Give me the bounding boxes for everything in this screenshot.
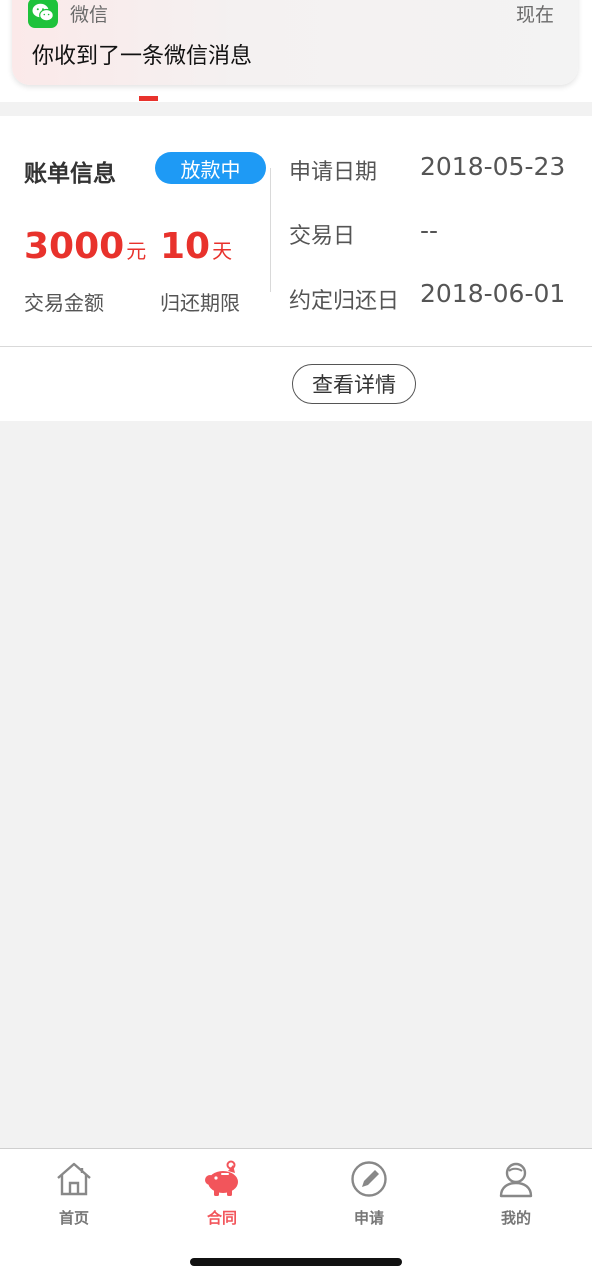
notification-message: 你收到了一条微信消息 [32,44,253,69]
section-gap [0,102,592,116]
apply-date-value: 2018-05-23 [420,152,566,181]
repayment-term: 10 天 [160,226,232,267]
tab-mine[interactable]: 我的 [466,1159,566,1228]
tab-contract[interactable]: 合同 [172,1159,272,1228]
tab-apply[interactable]: 申请 [319,1159,419,1228]
user-icon [499,1162,533,1198]
home-icon [57,1162,91,1196]
apply-date-label: 申请日期 [289,160,378,185]
notification-banner[interactable]: 微信 现在 你收到了一条微信消息 [12,0,578,85]
term-unit: 天 [212,239,233,263]
pencil-circle-icon [351,1161,387,1197]
trade-date-label: 交易日 [289,224,356,249]
trade-date-value: -- [420,216,439,245]
amount-label: 交易金额 [24,291,104,315]
tab-contract-label: 合同 [206,1209,237,1227]
amount-value: 3000 [24,226,125,267]
amount-unit: 元 [126,239,147,263]
transaction-amount: 3000 元 [24,226,146,267]
bill-title: 账单信息 [24,161,116,187]
view-details-button[interactable]: 查看详情 [292,364,416,404]
bill-card: 账单信息 放款中 3000 元 10 天 交易金额 归还期限 申请日期 2018-0… [0,116,592,421]
tab-home[interactable]: 首页 [24,1159,124,1228]
term-label: 归还期限 [160,291,240,315]
vertical-divider [270,168,271,292]
active-tab-indicator [139,96,158,101]
notification-time: 现在 [515,4,554,26]
tab-apply-label: 申请 [353,1209,384,1227]
tab-home-label: 首页 [58,1209,89,1227]
horizontal-divider [0,346,592,347]
due-date-value: 2018-06-01 [420,279,566,308]
notification-app-name: 微信 [70,4,109,26]
piggy-bank-icon [205,1160,238,1196]
wechat-icon [28,0,58,28]
tab-mine-label: 我的 [500,1209,531,1227]
due-date-label: 约定归还日 [289,289,400,314]
status-badge: 放款中 [155,152,266,184]
term-value: 10 [160,226,211,267]
home-indicator[interactable] [190,1258,402,1266]
